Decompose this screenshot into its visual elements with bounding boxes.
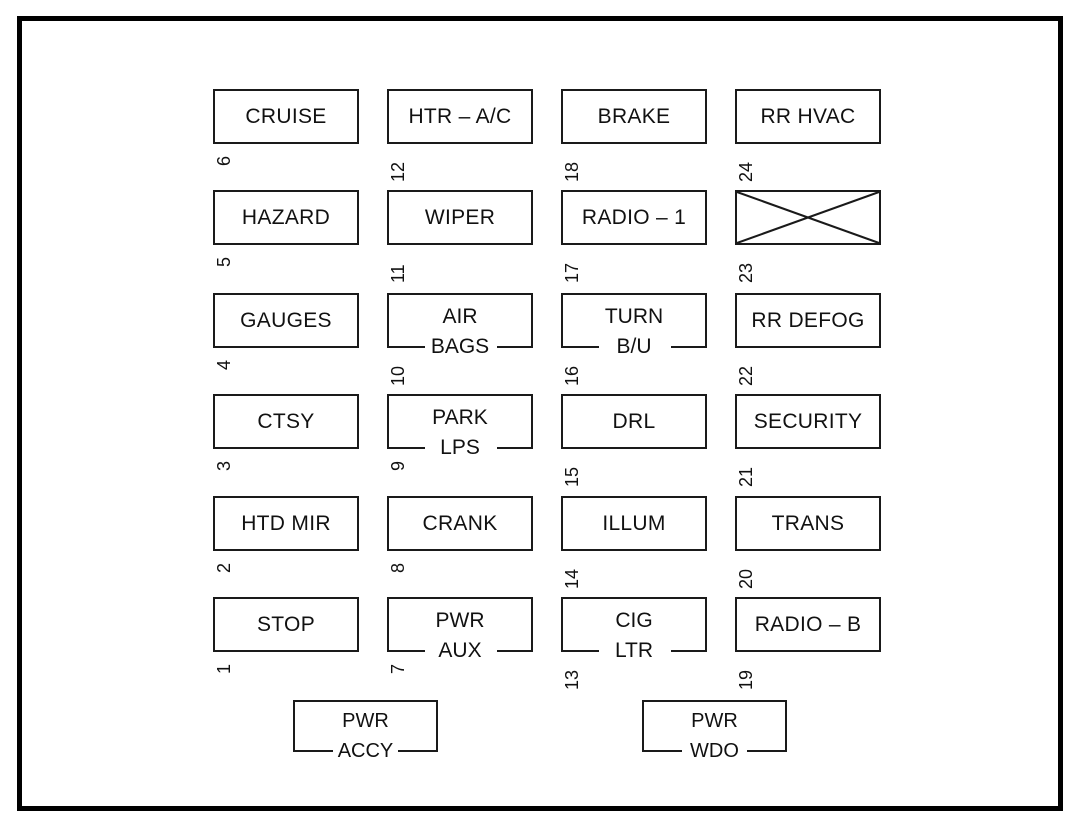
border-segment — [497, 447, 533, 449]
fuse-4: GAUGES — [213, 293, 359, 348]
fuse-number: 23 — [736, 262, 756, 283]
fuse-label: HAZARD — [241, 205, 331, 229]
fuse-number: 3 — [214, 460, 234, 471]
border-segment — [387, 650, 425, 652]
fuse-number: 21 — [736, 466, 756, 487]
fuse-21: SECURITY — [735, 394, 881, 449]
border-segment — [293, 750, 333, 752]
fuse-label: RR HVAC — [760, 104, 856, 128]
fuse-number: 14 — [562, 568, 582, 589]
fuse-number: 19 — [736, 669, 756, 690]
fuse-number: 13 — [562, 669, 582, 690]
fuse-12: HTR – A/C — [387, 89, 533, 144]
fuse-16: TURN B/U — [561, 293, 707, 358]
fuse-number: 4 — [214, 359, 234, 370]
fuse-18: BRAKE — [561, 89, 707, 144]
border-segment — [671, 650, 707, 652]
empty-slot-x-icon — [737, 192, 879, 243]
fuse-10: AIR BAGS — [387, 293, 533, 358]
border-segment — [642, 750, 682, 752]
fuse-20: TRANS — [735, 496, 881, 551]
border-segment — [387, 447, 425, 449]
fuse-number: 10 — [388, 365, 408, 386]
fuse-number: 7 — [388, 663, 408, 674]
border-segment — [671, 346, 707, 348]
fuse-label-line1: TURN — [604, 305, 664, 328]
fuse-label: STOP — [257, 612, 315, 636]
fuse-number: 16 — [562, 365, 582, 386]
fuse-number: 17 — [562, 262, 582, 283]
fuse-8: CRANK — [387, 496, 533, 551]
border-segment — [561, 650, 599, 652]
fuse-label-line1: CIG — [615, 609, 653, 632]
border-segment — [398, 750, 438, 752]
fuse-9: PARK LPS — [387, 394, 533, 459]
fuse-3: CTSY — [213, 394, 359, 449]
fuse-2: HTD MIR — [213, 496, 359, 551]
fuse-1: STOP — [213, 597, 359, 652]
fuse-number: 20 — [736, 568, 756, 589]
fuse-label: RADIO – 1 — [581, 205, 687, 229]
border-segment — [561, 346, 599, 348]
fuse-label-line1: PWR — [435, 609, 485, 632]
fuse-label: GAUGES — [240, 308, 332, 332]
fuse-number: 24 — [736, 161, 756, 182]
fuse-label: CTSY — [257, 409, 315, 433]
fuse-15: DRL — [561, 394, 707, 449]
fuse-number: 12 — [388, 161, 408, 182]
large-fuse-wdo: PWR WDO — [642, 700, 787, 762]
fuse-label: ILLUM — [602, 511, 666, 535]
fuse-label: RR DEFOG — [751, 308, 865, 332]
fuse-label: SECURITY — [753, 409, 863, 433]
fuse-17: RADIO – 1 — [561, 190, 707, 245]
fuse-label: CRANK — [422, 511, 498, 535]
fuse-number: 22 — [736, 365, 756, 386]
border-segment — [747, 750, 787, 752]
fuse-label: HTD MIR — [241, 511, 331, 535]
fuse-6: CRUISE — [213, 89, 359, 144]
fuse-number: 1 — [214, 663, 234, 674]
fuse-number: 6 — [214, 155, 234, 166]
fuse-number: 11 — [388, 264, 408, 283]
fuse-label: TRANS — [771, 511, 845, 535]
fuse-number: 9 — [388, 460, 408, 471]
fuse-5: HAZARD — [213, 190, 359, 245]
fuse-label-line1: PWR — [691, 710, 738, 732]
fuse-11: WIPER — [387, 190, 533, 245]
border-segment — [497, 650, 533, 652]
fuse-label-line1: PARK — [432, 406, 488, 429]
fuse-label: HTR – A/C — [408, 104, 512, 128]
fuse-label-line1: AIR — [442, 305, 478, 328]
fuse-24: RR HVAC — [735, 89, 881, 144]
fuse-23 — [735, 190, 881, 245]
fuse-number: 2 — [214, 562, 234, 573]
fuse-number: 8 — [388, 562, 408, 573]
fuse-panel-frame — [17, 16, 1063, 811]
fuse-label: BRAKE — [597, 104, 671, 128]
fuse-label: RADIO – B — [754, 612, 862, 636]
fuse-22: RR DEFOG — [735, 293, 881, 348]
fuse-number: 18 — [562, 161, 582, 182]
fuse-7: PWR AUX — [387, 597, 533, 662]
fuse-number: 15 — [562, 466, 582, 487]
fuse-number: 5 — [214, 256, 234, 267]
fuse-14: ILLUM — [561, 496, 707, 551]
fuse-label: CRUISE — [245, 104, 327, 128]
fuse-label: WIPER — [424, 205, 496, 229]
large-fuse-accy: PWR ACCY — [293, 700, 438, 762]
border-segment — [387, 346, 425, 348]
fuse-label-line1: PWR — [342, 710, 389, 732]
border-segment — [497, 346, 533, 348]
fuse-13: CIG LTR — [561, 597, 707, 662]
fuse-19: RADIO – B — [735, 597, 881, 652]
fuse-label: DRL — [612, 409, 656, 433]
